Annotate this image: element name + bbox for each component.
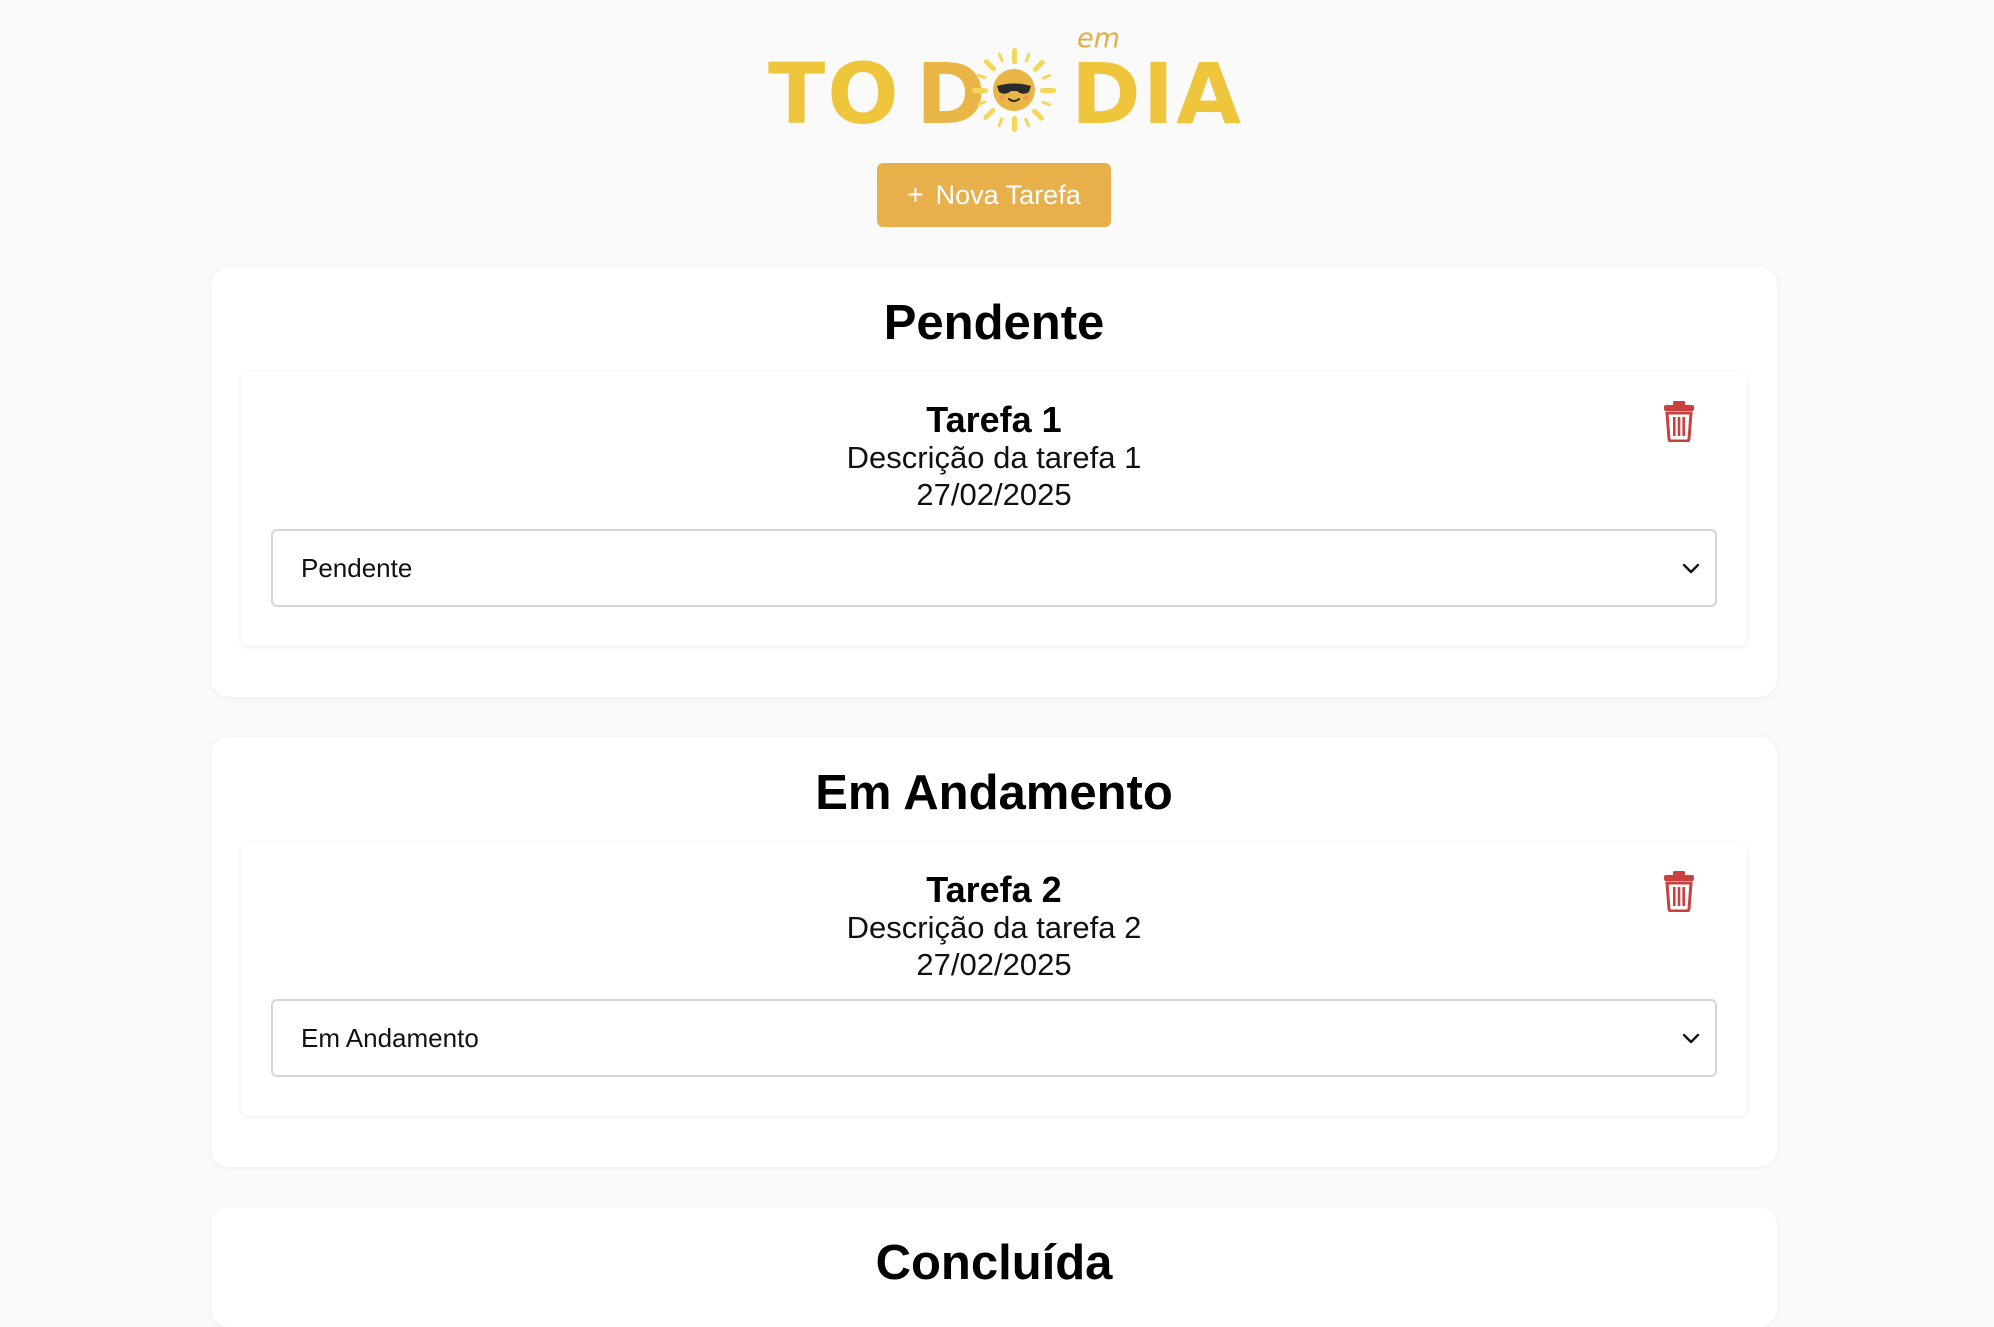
sun-with-sunglasses-icon xyxy=(972,48,1056,132)
column-concluida: Concluída xyxy=(211,1207,1777,1327)
status-select-value: Em Andamento xyxy=(301,1023,479,1053)
column-title: Concluída xyxy=(875,1236,1113,1290)
logo-text-dia: DIA xyxy=(1071,45,1243,143)
delete-task-button[interactable] xyxy=(1661,870,1697,913)
app-logo: TO D em DIA xyxy=(768,24,1241,144)
column-title: Pendente xyxy=(883,296,1105,350)
task-date: 27/02/2025 xyxy=(916,947,1072,982)
trash-icon xyxy=(1664,871,1694,913)
column-em-andamento: Em Andamento Tarefa 2 Descrição da taref… xyxy=(211,737,1777,1167)
task-description: Descrição da tarefa 2 xyxy=(846,910,1142,945)
task-title: Tarefa 2 xyxy=(926,869,1062,910)
delete-task-button[interactable] xyxy=(1661,400,1697,443)
status-select-value: Pendente xyxy=(301,553,413,583)
plus-icon: + xyxy=(907,179,924,210)
column-title: Em Andamento xyxy=(815,766,1173,820)
chevron-down-icon xyxy=(1682,1033,1700,1044)
task-title: Tarefa 1 xyxy=(926,399,1062,440)
chevron-down-icon xyxy=(1682,563,1700,574)
task-description: Descrição da tarefa 1 xyxy=(846,440,1142,475)
task-card: Tarefa 1 Descrição da tarefa 1 27/02/202… xyxy=(241,372,1747,646)
task-date: 27/02/2025 xyxy=(916,477,1072,512)
logo-text-to: TO xyxy=(768,45,901,143)
app-header: TO D em DIA + Nova Tarefa xyxy=(0,0,1994,240)
new-task-button[interactable]: + Nova Tarefa xyxy=(877,163,1111,227)
new-task-label: Nova Tarefa xyxy=(935,179,1081,210)
trash-icon xyxy=(1664,401,1694,443)
status-select[interactable]: Pendente xyxy=(271,529,1717,607)
column-pendente: Pendente Tarefa 1 Descrição da tarefa 1 … xyxy=(211,267,1777,697)
task-card: Tarefa 2 Descrição da tarefa 2 27/02/202… xyxy=(241,842,1747,1116)
status-select[interactable]: Em Andamento xyxy=(271,999,1717,1077)
